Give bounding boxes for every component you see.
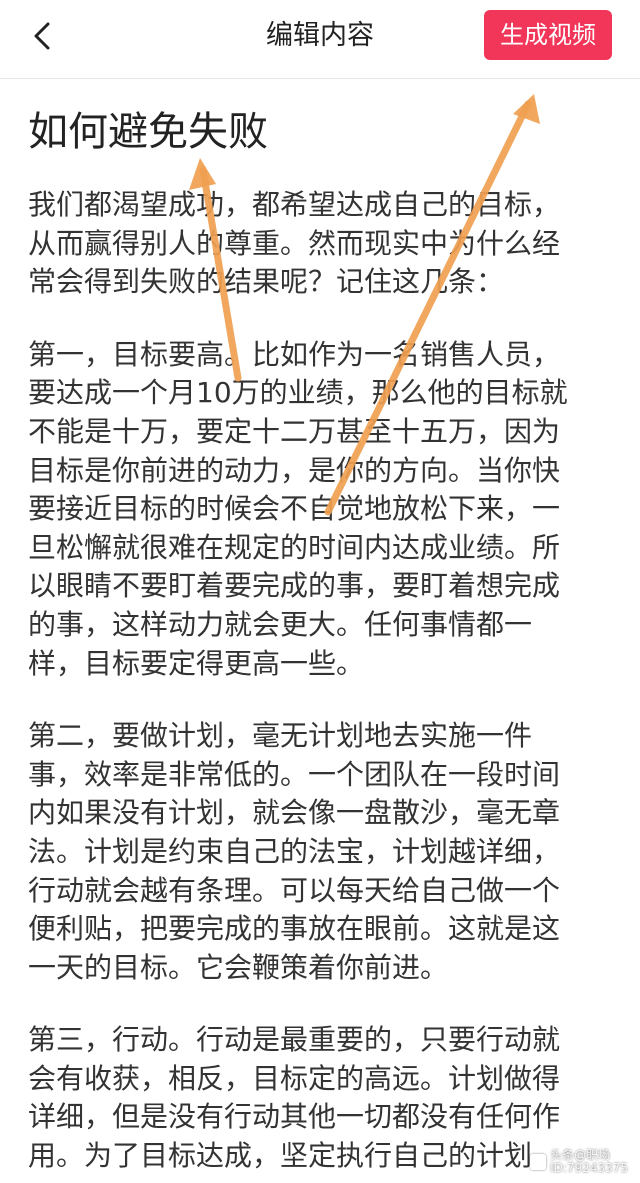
watermark: 头条@职场 ID:79243375 — [530, 1149, 628, 1175]
top-bar: 编辑内容 生成视频 — [0, 0, 640, 79]
watermark-line2: ID:79243375 — [550, 1161, 628, 1175]
paragraph-intro[interactable]: 我们都渴望成功，都希望达成自己的目标， 从而赢得别人的尊重。然而现实中为什么经 … — [28, 186, 612, 302]
watermark-logo-icon — [530, 1154, 547, 1170]
paragraph-second[interactable]: 第二，要做计划，毫无计划地去实施一件 事，效率是非常低的。一个团队在一段时间 内… — [28, 717, 612, 987]
paragraph-first[interactable]: 第一，目标要高。比如作为一名销售人员， 要达成一个月10万的业绩，那么他的目标就… — [28, 336, 612, 683]
article-title[interactable]: 如何避免失败 — [28, 100, 612, 164]
article-editor[interactable]: 如何避免失败 我们都渴望成功，都希望达成自己的目标， 从而赢得别人的尊重。然而现… — [28, 100, 612, 1183]
generate-video-button[interactable]: 生成视频 — [484, 10, 612, 60]
paragraph-third[interactable]: 第三，行动。行动是最重要的，只要行动就 会有收获，相反，目标定的高远。计划做得 … — [28, 1021, 612, 1175]
